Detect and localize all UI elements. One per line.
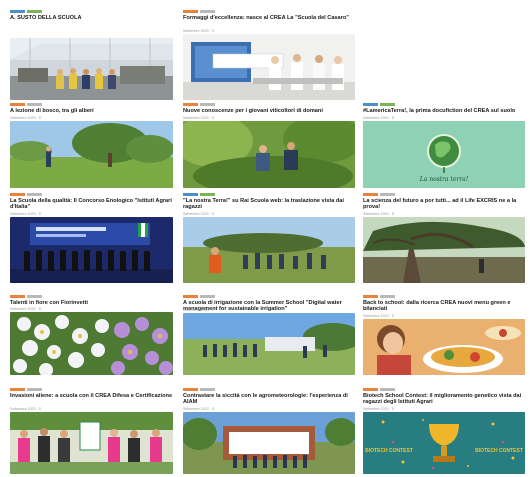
- card-title[interactable]: Invasioni aliene: a scuola con il CREA D…: [10, 393, 173, 399]
- category-tag: [183, 388, 215, 391]
- card-meta: Settembre 2023 · 5': [183, 407, 215, 411]
- card-title[interactable]: A. SUSTO DELLA SCUOLA: [10, 15, 173, 21]
- news-card-4[interactable]: Nuove conoscenze per i giovani viticolto…: [183, 103, 355, 188]
- news-card-7[interactable]: "La nostra Terra!" su Rai Scuola web: la…: [183, 193, 355, 283]
- card-meta: Settembre 2023 · 5': [10, 307, 42, 311]
- category-tag: [10, 193, 42, 196]
- news-card-9[interactable]: Talenti in fiore con Fiorinvetti Settemb…: [10, 295, 173, 375]
- category-tag: [183, 295, 215, 298]
- contest-label-right: BIOTECH CONTEST: [475, 448, 523, 454]
- news-card-1[interactable]: A. SUSTO DELLA SCUOLA: [10, 10, 173, 100]
- category-tag: [183, 193, 215, 196]
- card-image[interactable]: [363, 217, 525, 283]
- card-meta: Settembre 2023 · 5': [183, 308, 215, 312]
- category-tag: [363, 295, 395, 298]
- card-image[interactable]: [10, 121, 173, 188]
- card-image[interactable]: BIOTECH CONTEST BIOTECH CONTEST: [363, 412, 525, 474]
- card-meta: Settembre 2023 · 5': [363, 314, 395, 318]
- card-image[interactable]: [10, 412, 173, 474]
- news-card-8[interactable]: La scienza del futuro a por tutti... ad …: [363, 193, 525, 283]
- card-image[interactable]: [183, 313, 355, 375]
- news-card-3[interactable]: A lezione di bosco, tra gli alberi Sette…: [10, 103, 173, 188]
- category-tag: [363, 193, 395, 196]
- card-title[interactable]: Nuove conoscenze per i giovani viticolto…: [183, 108, 355, 114]
- card-title[interactable]: Back to school: dalla ricerca CREA nuovi…: [363, 300, 525, 313]
- card-meta: Settembre 2023 · 5': [183, 29, 215, 33]
- category-tag: [10, 388, 42, 391]
- card-image[interactable]: [10, 38, 173, 100]
- card-title[interactable]: Formaggi d'eccellenza: nasce al CREA La …: [183, 15, 355, 21]
- card-meta: Settembre 2023 · 5': [183, 212, 215, 216]
- category-tag: [10, 103, 42, 106]
- news-card-13[interactable]: Contrastare la siccità con le agrometeor…: [183, 388, 355, 474]
- image-caption: La nostra terra!: [419, 176, 469, 183]
- card-meta: Settembre 2023 · 5': [10, 407, 42, 411]
- contest-label-left: BIOTECH CONTEST: [365, 448, 413, 454]
- card-title[interactable]: Biotech School Contest: il miglioramento…: [363, 393, 525, 406]
- category-tag: [363, 103, 395, 106]
- card-image[interactable]: [183, 412, 355, 474]
- category-tag: [363, 388, 395, 391]
- card-meta: Settembre 2023 · 5': [363, 212, 395, 216]
- card-image[interactable]: [183, 121, 355, 188]
- news-card-2[interactable]: Formaggi d'eccellenza: nasce al CREA La …: [183, 10, 355, 100]
- card-title[interactable]: A lezione di bosco, tra gli alberi: [10, 108, 173, 114]
- card-title[interactable]: La Scuola della qualità: Il Concorso Eno…: [10, 198, 173, 211]
- card-meta: Settembre 2023 · 5': [183, 116, 215, 120]
- news-card-6[interactable]: La Scuola della qualità: Il Concorso Eno…: [10, 193, 173, 283]
- card-title[interactable]: #LamericaTerra!, la prima docufiction de…: [363, 108, 525, 114]
- card-meta: Settembre 2023 · 5': [363, 407, 395, 411]
- news-card-10[interactable]: A scuola di irrigazione con la Summer Sc…: [183, 295, 355, 375]
- card-image[interactable]: [363, 319, 525, 375]
- news-card-5[interactable]: #LamericaTerra!, la prima docufiction de…: [363, 103, 525, 188]
- card-image[interactable]: La nostra terra!: [363, 121, 525, 188]
- card-image[interactable]: [10, 312, 173, 375]
- card-image[interactable]: [183, 217, 355, 283]
- card-image[interactable]: [183, 34, 355, 100]
- category-tag: [10, 10, 42, 13]
- card-image[interactable]: [10, 217, 173, 283]
- card-meta: Settembre 2023 · 5': [10, 116, 42, 120]
- card-title[interactable]: "La nostra Terra!" su Rai Scuola web: la…: [183, 198, 355, 211]
- card-title[interactable]: Contrastare la siccità con le agrometeor…: [183, 393, 355, 406]
- card-title[interactable]: La scienza del futuro a por tutti... ad …: [363, 198, 525, 211]
- category-tag: [10, 295, 42, 298]
- card-meta: Settembre 2023 · 5': [10, 212, 42, 216]
- category-tag: [183, 103, 215, 106]
- news-card-11[interactable]: Back to school: dalla ricerca CREA nuovi…: [363, 295, 525, 375]
- card-meta: Settembre 2023 · 5': [363, 116, 395, 120]
- card-title[interactable]: Talenti in fiore con Fiorinvetti: [10, 300, 173, 306]
- news-card-12[interactable]: Invasioni aliene: a scuola con il CREA D…: [10, 388, 173, 474]
- news-grid-page: { "colors": { "tag_orange": "#e8833a", "…: [0, 0, 530, 477]
- category-tag: [183, 10, 215, 13]
- news-card-14[interactable]: Biotech School Contest: il miglioramento…: [363, 388, 525, 474]
